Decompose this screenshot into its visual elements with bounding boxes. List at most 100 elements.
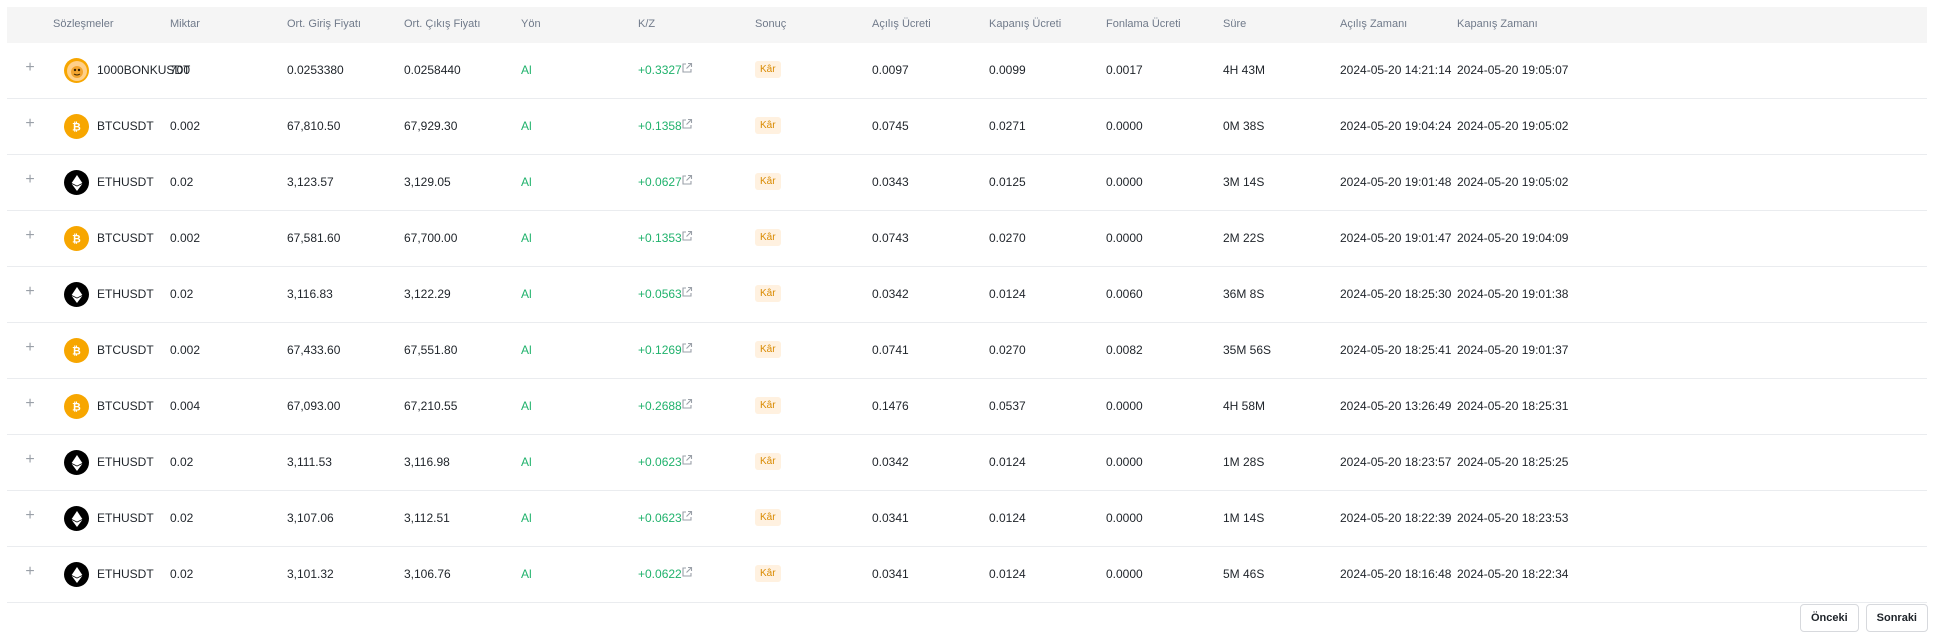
plus-icon[interactable]: + bbox=[21, 58, 39, 78]
svg-text:₿: ₿ bbox=[72, 344, 81, 357]
plus-icon[interactable]: + bbox=[21, 226, 39, 246]
exit-price-cell: 3,112.51 bbox=[404, 511, 450, 525]
col-header-funding-fee[interactable]: Fonlama Ücreti bbox=[1106, 18, 1181, 30]
external-link-icon[interactable] bbox=[681, 230, 695, 244]
table-header: Sözleşmeler Miktar Ort. Giriş Fiyatı Ort… bbox=[7, 7, 1927, 43]
col-header-duration[interactable]: Süre bbox=[1223, 18, 1246, 30]
profit-badge: Kâr bbox=[755, 61, 781, 78]
col-header-pnl[interactable]: K/Z bbox=[638, 18, 655, 30]
external-link-icon[interactable] bbox=[681, 174, 695, 188]
side-cell: Al bbox=[521, 343, 532, 357]
entry-price-cell: 67,433.60 bbox=[287, 343, 341, 357]
table-row[interactable]: + ₿ BTCUSDT 0.002 67,810.50 67,929.30 Al +0.135… bbox=[7, 99, 1927, 155]
exit-price-cell: 67,929.30 bbox=[404, 119, 458, 133]
ethereum-icon bbox=[64, 562, 89, 587]
open-time-cell: 2024-05-20 19:01:48 bbox=[1340, 175, 1452, 189]
qty-cell: 0.02 bbox=[170, 567, 194, 581]
table-row[interactable]: + ₿ BTCUSDT 0.004 67,093.00 67,210.55 Al +0.268… bbox=[7, 379, 1927, 435]
side-cell: Al bbox=[521, 567, 532, 581]
plus-icon[interactable]: + bbox=[21, 170, 39, 190]
next-page-button[interactable]: Sonraki bbox=[1865, 604, 1928, 632]
profit-badge: Kâr bbox=[755, 397, 781, 414]
table-row[interactable]: + ₿ BTCUSDT 0.002 67,433.60 67,551.80 Al +0.126… bbox=[7, 323, 1927, 379]
pnl-cell: +0.0627 bbox=[638, 175, 682, 189]
external-link-icon[interactable] bbox=[681, 510, 695, 524]
open-time-cell: 2024-05-20 18:25:41 bbox=[1340, 343, 1452, 357]
col-header-qty[interactable]: Miktar bbox=[170, 18, 200, 30]
col-header-close-fee[interactable]: Kapanış Ücreti bbox=[989, 18, 1061, 30]
external-link-icon[interactable] bbox=[681, 398, 695, 412]
table-row[interactable]: +1000BONKUSDT 700 0.0253380 0.0258440 Al +0.3… bbox=[7, 43, 1927, 99]
duration-cell: 4H 43M bbox=[1223, 63, 1266, 77]
col-header-open-time[interactable]: Açılış Zamanı bbox=[1340, 18, 1407, 30]
col-header-open-fee[interactable]: Açılış Ücreti bbox=[872, 18, 931, 30]
open-fee-cell: 0.0741 bbox=[872, 343, 909, 357]
external-link-icon[interactable] bbox=[681, 566, 695, 580]
close-fee-cell: 0.0125 bbox=[989, 175, 1026, 189]
qty-cell: 0.02 bbox=[170, 455, 194, 469]
duration-cell: 3M 14S bbox=[1223, 175, 1265, 189]
duration-cell: 1M 14S bbox=[1223, 511, 1265, 525]
open-fee-cell: 0.0097 bbox=[872, 63, 909, 77]
profit-badge: Kâr bbox=[755, 509, 781, 526]
side-cell: Al bbox=[521, 455, 532, 469]
table-row[interactable]: + ₿ BTCUSDT 0.002 67,581.60 67,700.00 Al +0.135… bbox=[7, 211, 1927, 267]
contract-symbol: ETHUSDT bbox=[97, 567, 154, 581]
pnl-cell: +0.1353 bbox=[638, 231, 682, 245]
external-link-icon[interactable] bbox=[681, 454, 695, 468]
open-fee-cell: 0.0341 bbox=[872, 567, 909, 581]
funding-fee-cell: 0.0000 bbox=[1106, 399, 1143, 413]
qty-cell: 0.02 bbox=[170, 287, 194, 301]
table-body: +1000BONKUSDT 700 0.0253380 0.0258440 Al +0.3… bbox=[7, 43, 1927, 603]
side-cell: Al bbox=[521, 231, 532, 245]
contract-symbol: BTCUSDT bbox=[97, 119, 154, 133]
table-row[interactable]: + ETHUSDT 0.02 3,111.53 3,116.98 Al +0.0623 Kâr… bbox=[7, 435, 1927, 491]
plus-icon[interactable]: + bbox=[21, 450, 39, 470]
open-time-cell: 2024-05-20 18:25:30 bbox=[1340, 287, 1452, 301]
plus-icon[interactable]: + bbox=[21, 114, 39, 134]
close-time-cell: 2024-05-20 18:22:34 bbox=[1457, 567, 1569, 581]
external-link-icon[interactable] bbox=[681, 342, 695, 356]
duration-cell: 36M 8S bbox=[1223, 287, 1265, 301]
exit-price-cell: 3,116.98 bbox=[404, 455, 450, 469]
pagination: Önceki Sonraki bbox=[1799, 604, 1928, 632]
external-link-icon[interactable] bbox=[681, 118, 695, 132]
external-link-icon[interactable] bbox=[681, 286, 695, 300]
col-header-contracts[interactable]: Sözleşmeler bbox=[53, 18, 114, 30]
table-row[interactable]: + ETHUSDT 0.02 3,107.06 3,112.51 Al +0.0623 Kâr… bbox=[7, 491, 1927, 547]
exit-price-cell: 67,700.00 bbox=[404, 231, 458, 245]
close-time-cell: 2024-05-20 19:01:38 bbox=[1457, 287, 1569, 301]
col-header-result[interactable]: Sonuç bbox=[755, 18, 786, 30]
plus-icon[interactable]: + bbox=[21, 506, 39, 526]
col-header-exit[interactable]: Ort. Çıkış Fiyatı bbox=[404, 18, 480, 30]
open-fee-cell: 0.0341 bbox=[872, 511, 909, 525]
side-cell: Al bbox=[521, 511, 532, 525]
col-header-close-time[interactable]: Kapanış Zamanı bbox=[1457, 18, 1538, 30]
funding-fee-cell: 0.0017 bbox=[1106, 63, 1143, 77]
bitcoin-icon: ₿ bbox=[64, 114, 89, 139]
table-row[interactable]: + ETHUSDT 0.02 3,116.83 3,122.29 Al +0.0563 Kâr… bbox=[7, 267, 1927, 323]
external-link-icon[interactable] bbox=[681, 62, 695, 76]
svg-text:₿: ₿ bbox=[72, 400, 81, 413]
duration-cell: 4H 58M bbox=[1223, 399, 1266, 413]
col-header-side[interactable]: Yön bbox=[521, 18, 541, 30]
pnl-cell: +0.2688 bbox=[638, 399, 682, 413]
table-row[interactable]: + ETHUSDT 0.02 3,123.57 3,129.05 Al +0.0627 Kâr… bbox=[7, 155, 1927, 211]
entry-price-cell: 3,101.32 bbox=[287, 567, 334, 581]
entry-price-cell: 0.0253380 bbox=[287, 63, 344, 77]
table-row[interactable]: + ETHUSDT 0.02 3,101.32 3,106.76 Al +0.0622 Kâr… bbox=[7, 547, 1927, 603]
col-header-entry[interactable]: Ort. Giriş Fiyatı bbox=[287, 18, 361, 30]
entry-price-cell: 67,810.50 bbox=[287, 119, 341, 133]
prev-page-button[interactable]: Önceki bbox=[1799, 604, 1859, 632]
qty-cell: 0.02 bbox=[170, 175, 194, 189]
close-fee-cell: 0.0124 bbox=[989, 455, 1026, 469]
plus-icon[interactable]: + bbox=[21, 282, 39, 302]
plus-icon[interactable]: + bbox=[21, 394, 39, 414]
plus-icon[interactable]: + bbox=[21, 338, 39, 358]
bitcoin-icon: ₿ bbox=[64, 394, 89, 419]
side-cell: Al bbox=[521, 63, 532, 77]
qty-cell: 0.002 bbox=[170, 231, 201, 245]
funding-fee-cell: 0.0000 bbox=[1106, 119, 1143, 133]
plus-icon[interactable]: + bbox=[21, 562, 39, 582]
qty-cell: 0.004 bbox=[170, 399, 201, 413]
